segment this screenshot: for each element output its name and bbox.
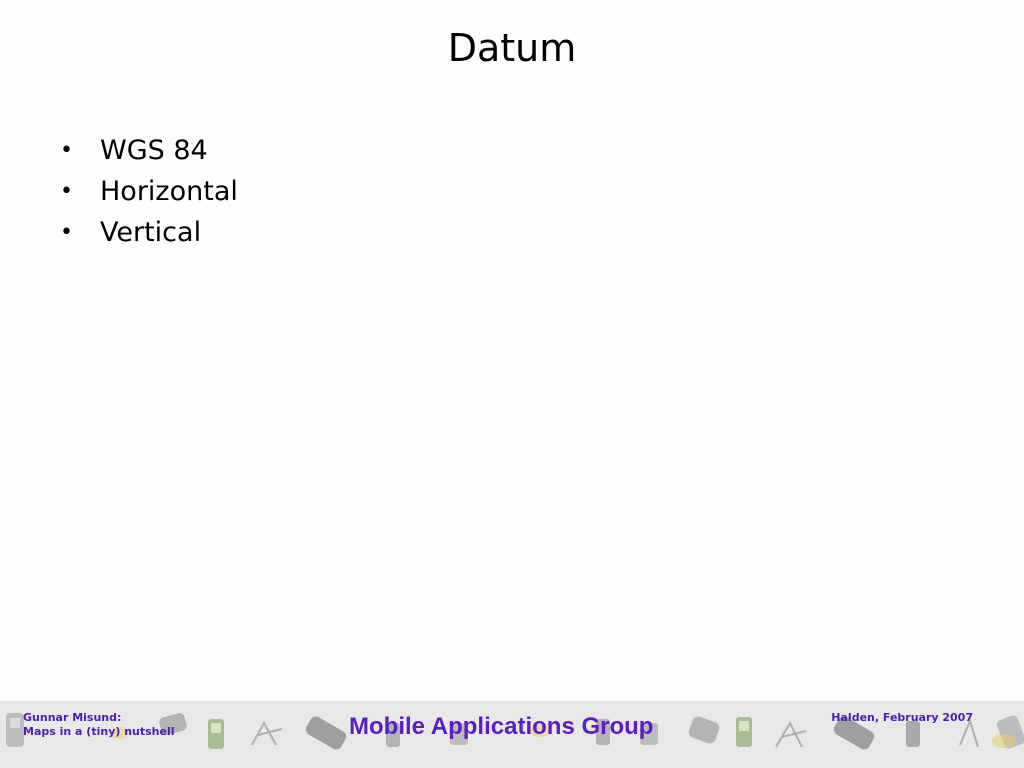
author-line: Gunnar Misund:: [23, 711, 122, 724]
footer-author: Gunnar Misund: Maps in a (tiny) nutshell: [23, 711, 175, 739]
list-item: • Horizontal: [60, 171, 238, 212]
bullet-marker: •: [60, 179, 73, 204]
footer-group-name: Mobile Applications Group: [349, 713, 654, 740]
list-item: • Vertical: [60, 212, 238, 253]
talk-title-line: Maps in a (tiny) nutshell: [23, 725, 175, 738]
bullet-list: • WGS 84 • Horizontal • Vertical: [60, 130, 238, 253]
bullet-text: Horizontal: [100, 176, 238, 207]
slide-title: Datum: [447, 26, 577, 70]
bullet-text: WGS 84: [100, 135, 208, 166]
footer-place-date: Halden, February 2007: [831, 711, 973, 724]
bullet-text: Vertical: [100, 217, 202, 248]
bullet-marker: •: [60, 220, 73, 245]
list-item: • WGS 84: [60, 130, 238, 171]
bullet-marker: •: [60, 138, 73, 163]
slide: Datum • WGS 84 • Horizontal • Vertical G…: [0, 0, 1024, 768]
footer-band: Gunnar Misund: Maps in a (tiny) nutshell…: [0, 701, 1024, 768]
